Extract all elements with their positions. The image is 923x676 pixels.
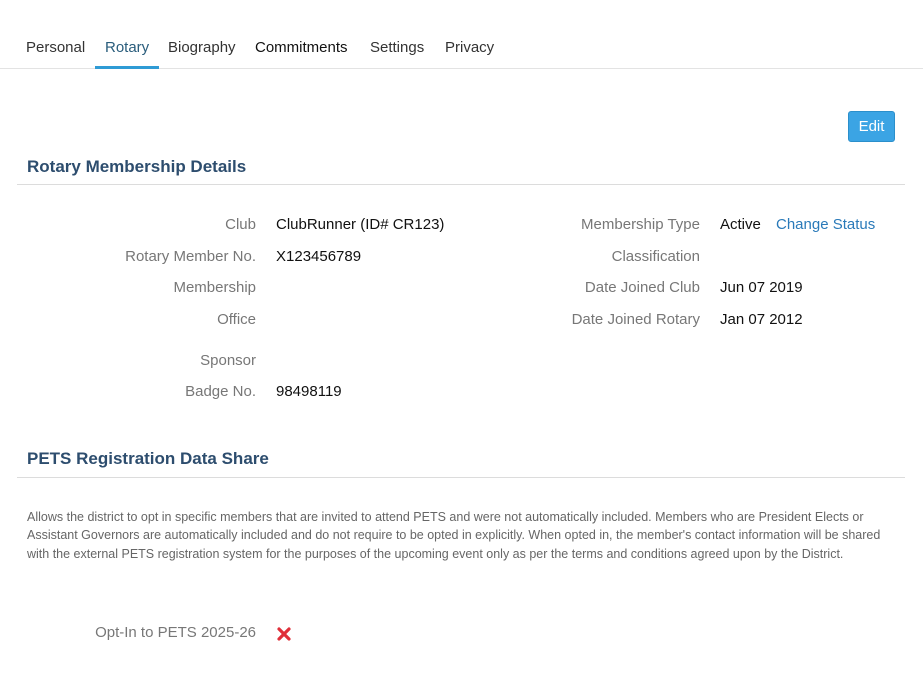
tab-settings[interactable]: Settings	[370, 38, 424, 68]
date-joined-club-label: Date Joined Club	[584, 279, 700, 296]
date-joined-club-value: Jun 07 2019	[720, 279, 803, 296]
tab-privacy[interactable]: Privacy	[445, 38, 494, 68]
pets-section-title: PETS Registration Data Share	[27, 449, 269, 468]
sponsor-label: Sponsor	[200, 352, 256, 369]
pets-divider	[17, 477, 905, 478]
pets-description: Allows the district to opt in specific m…	[27, 510, 881, 561]
tab-biography[interactable]: Biography	[168, 38, 236, 68]
membership-type-value: Active	[720, 216, 761, 233]
member-no-value: X123456789	[276, 248, 362, 265]
edit-button[interactable]: Edit	[848, 111, 895, 142]
club-value: ClubRunner (ID# CR123)	[276, 216, 445, 233]
tab-personal[interactable]: Personal	[26, 38, 85, 68]
tab-commitments[interactable]: Commitments	[255, 38, 348, 68]
membership-section-title: Rotary Membership Details	[27, 157, 247, 176]
member-no-label: Rotary Member No.	[125, 248, 256, 265]
office-label: Office	[217, 311, 256, 328]
profile-tabs: Personal Rotary Biography Commitments Se…	[0, 0, 923, 69]
member-profile-page: Personal Rotary Biography Commitments Se…	[0, 0, 923, 676]
badge-no-value: 98498119	[276, 383, 342, 400]
badge-no-label: Badge No.	[185, 383, 256, 400]
club-label: Club	[225, 216, 256, 233]
date-joined-rotary-value: Jan 07 2012	[720, 311, 803, 328]
classification-label: Classification	[611, 248, 700, 265]
date-joined-rotary-label: Date Joined Rotary	[571, 311, 700, 328]
change-status-link[interactable]: Change Status	[776, 216, 875, 233]
tab-rotary[interactable]: Rotary	[94, 38, 160, 69]
x-mark-icon	[277, 627, 291, 641]
opt-in-pets-label: Opt-In to PETS 2025-26	[95, 624, 256, 641]
membership-label: Membership	[173, 279, 256, 296]
membership-type-label: Membership Type	[581, 216, 700, 233]
membership-divider	[17, 184, 905, 185]
